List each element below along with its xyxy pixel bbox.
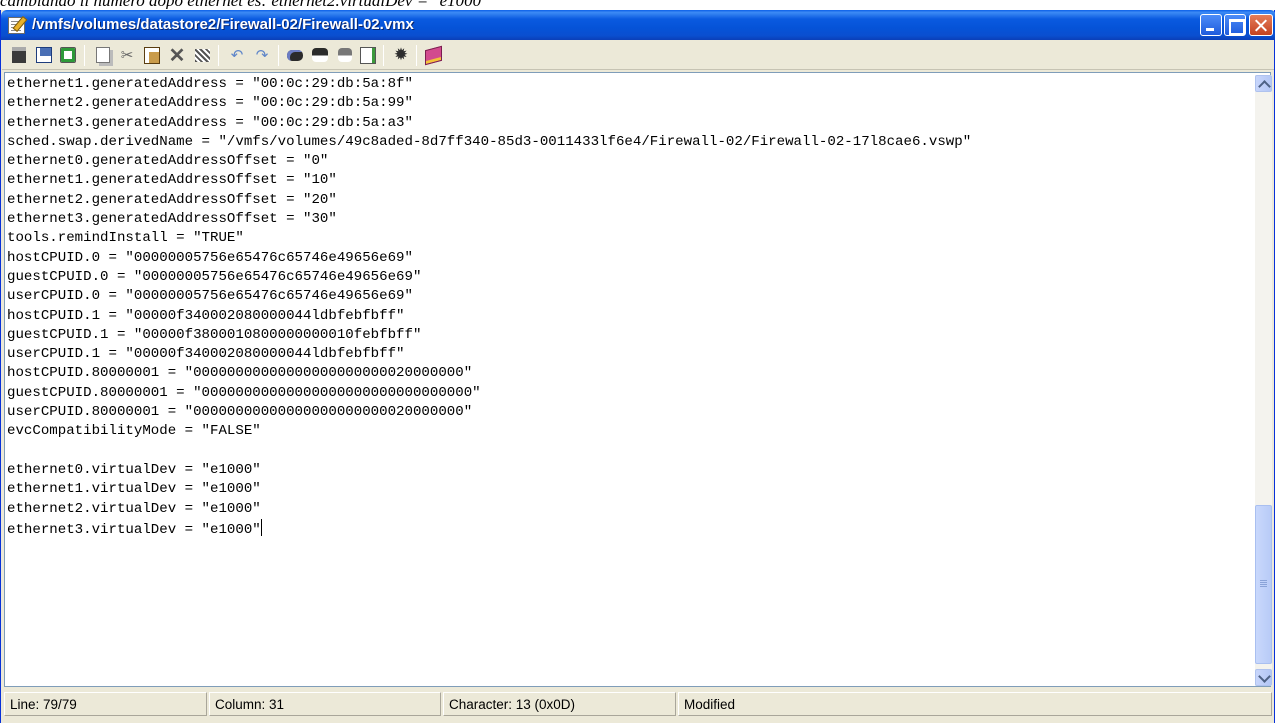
- toolbar-separator: [416, 45, 417, 66]
- editor-line[interactable]: [7, 442, 1251, 461]
- close-button[interactable]: [1249, 14, 1273, 36]
- find-icon[interactable]: [285, 45, 305, 65]
- status-column: Column: 31: [209, 692, 441, 716]
- editor-line[interactable]: sched.swap.derivedName = "/vmfs/volumes/…: [7, 133, 1251, 152]
- editor-line[interactable]: guestCPUID.1 = "00000f380001080000000001…: [7, 326, 1251, 345]
- refresh-icon[interactable]: [58, 45, 78, 65]
- status-character: Character: 13 (0x0D): [443, 692, 676, 716]
- settings-icon[interactable]: ✹: [391, 45, 411, 65]
- status-modified: Modified: [678, 692, 1272, 716]
- editor-line[interactable]: evcCompatibilityMode = "FALSE": [7, 422, 1251, 441]
- editor-line[interactable]: tools.remindInstall = "TRUE": [7, 229, 1251, 248]
- toolbar-separator: [383, 45, 384, 66]
- editor-line[interactable]: ethernet2.generatedAddress = "00:0c:29:d…: [7, 94, 1251, 113]
- toolbar-separator: [84, 45, 85, 66]
- editor-line[interactable]: ethernet1.virtualDev = "e1000": [7, 480, 1251, 499]
- scroll-up-arrow-icon[interactable]: [1255, 75, 1272, 92]
- help-icon[interactable]: [423, 45, 443, 65]
- editor-line[interactable]: ethernet3.generatedAddress = "00:0c:29:d…: [7, 114, 1251, 133]
- copy-icon[interactable]: [93, 45, 113, 65]
- editor-line[interactable]: hostCPUID.0 = "00000005756e65476c65746e4…: [7, 249, 1251, 268]
- text-editor[interactable]: ethernet1.generatedAddress = "00:0c:29:d…: [4, 72, 1272, 687]
- save-icon[interactable]: [34, 45, 54, 65]
- window-title: /vmfs/volumes/datastore2/Firewall-02/Fir…: [32, 16, 414, 33]
- print-icon[interactable]: [9, 45, 29, 65]
- editor-line[interactable]: guestCPUID.80000001 = "00000000000000000…: [7, 384, 1251, 403]
- replace-icon[interactable]: [310, 45, 330, 65]
- maximize-button[interactable]: [1224, 14, 1246, 36]
- redo-icon[interactable]: ↷: [252, 45, 272, 65]
- toolbar: ✂ ✕ ↶ ↷ ✹: [2, 40, 1274, 70]
- toolbar-separator: [278, 45, 279, 66]
- text-content[interactable]: ethernet1.generatedAddress = "00:0c:29:d…: [7, 75, 1251, 685]
- text-cursor: [260, 518, 262, 536]
- clear-icon[interactable]: [192, 45, 212, 65]
- scroll-down-arrow-icon[interactable]: [1255, 669, 1272, 686]
- cut-icon[interactable]: ✂: [117, 45, 137, 65]
- editor-line[interactable]: userCPUID.0 = "00000005756e65476c65746e4…: [7, 287, 1251, 306]
- delete-icon[interactable]: ✕: [167, 45, 187, 67]
- editor-line[interactable]: userCPUID.1 = "00000f340002080000044ldbf…: [7, 345, 1251, 364]
- editor-line[interactable]: guestCPUID.0 = "00000005756e65476c65746e…: [7, 268, 1251, 287]
- editor-window: /vmfs/volumes/datastore2/Firewall-02/Fir…: [0, 10, 1275, 723]
- caption-text: cambiando il numero dopo ethernet es: et…: [0, 0, 1275, 9]
- undo-icon[interactable]: ↶: [227, 45, 247, 65]
- editor-line[interactable]: userCPUID.80000001 = "000000000000000000…: [7, 403, 1251, 422]
- minimize-button[interactable]: [1200, 14, 1222, 36]
- status-bar: Line: 79/79 Column: 31 Character: 13 (0x…: [2, 689, 1274, 723]
- editor-line[interactable]: hostCPUID.80000001 = "000000000000000000…: [7, 364, 1251, 383]
- editor-line[interactable]: ethernet3.generatedAddressOffset = "30": [7, 210, 1251, 229]
- scroll-thumb[interactable]: [1255, 505, 1272, 664]
- notepad-icon: [8, 17, 25, 34]
- title-bar[interactable]: /vmfs/volumes/datastore2/Firewall-02/Fir…: [1, 10, 1275, 40]
- find-next-icon[interactable]: [335, 45, 355, 65]
- editor-line[interactable]: ethernet3.virtualDev = "e1000": [7, 518, 1251, 538]
- status-line: Line: 79/79: [4, 692, 207, 716]
- goto-icon[interactable]: [358, 45, 378, 65]
- editor-line[interactable]: ethernet0.virtualDev = "e1000": [7, 461, 1251, 480]
- editor-line[interactable]: ethernet0.generatedAddressOffset = "0": [7, 152, 1251, 171]
- toolbar-separator: [218, 45, 219, 66]
- editor-line[interactable]: ethernet1.generatedAddressOffset = "10": [7, 171, 1251, 190]
- editor-line[interactable]: ethernet2.generatedAddressOffset = "20": [7, 191, 1251, 210]
- editor-line[interactable]: hostCPUID.1 = "00000f340002080000044ldbf…: [7, 307, 1251, 326]
- editor-line[interactable]: ethernet2.virtualDev = "e1000": [7, 500, 1251, 519]
- vertical-scrollbar[interactable]: [1255, 75, 1272, 686]
- paste-icon[interactable]: [142, 45, 162, 65]
- editor-line[interactable]: ethernet1.generatedAddress = "00:0c:29:d…: [7, 75, 1251, 94]
